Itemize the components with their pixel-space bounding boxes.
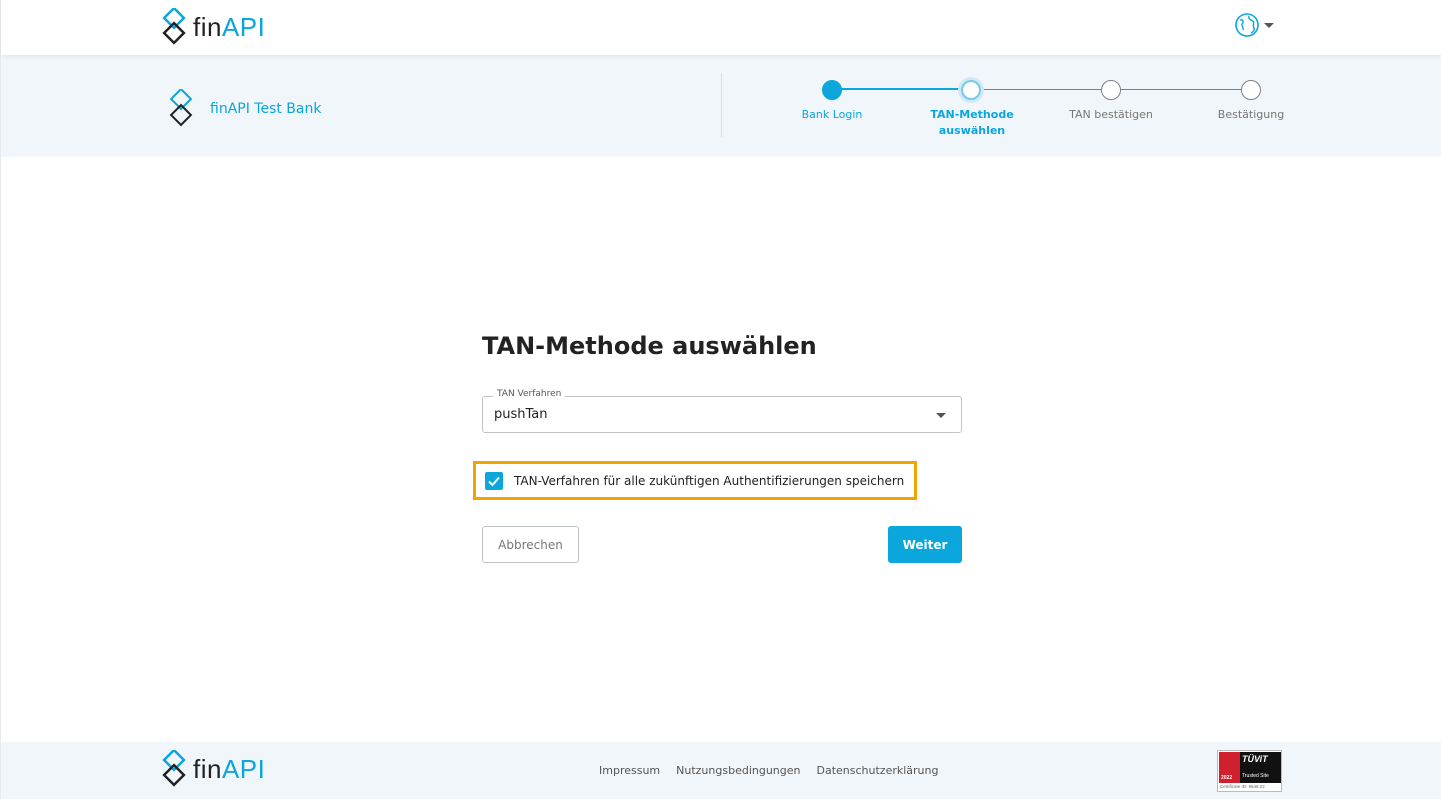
seal-year: 2022	[1221, 775, 1233, 781]
seal-certificate: Certificate ID: 9548.22	[1220, 784, 1265, 789]
footer-logo-api: API	[221, 754, 266, 784]
divider	[721, 73, 722, 137]
footer-links: Impressum Nutzungsbedingungen Datenschut…	[599, 764, 938, 777]
footer: finAPI Impressum Nutzungsbedingungen Dat…	[1, 742, 1441, 799]
finapi-logo[interactable]: finAPI	[161, 8, 265, 46]
step-connector-3	[1111, 89, 1251, 90]
step-dot-tan-confirm	[1101, 80, 1121, 100]
step-connector-2	[971, 89, 1111, 90]
step-label-confirmation: Bestätigung	[1217, 108, 1285, 121]
step-label-tan-confirm: TAN bestätigen	[1069, 108, 1153, 121]
tuvit-trusted-site-seal[interactable]: TÜViT Trusted Site 2022 Certificate ID: …	[1217, 750, 1282, 792]
top-header: finAPI	[1, 0, 1441, 55]
footer-finapi-logo[interactable]: finAPI	[161, 750, 265, 788]
step-dot-tan-method	[961, 80, 981, 100]
select-value: pushTan	[494, 407, 548, 422]
save-tan-method-checkbox[interactable]	[485, 471, 503, 490]
footer-logo-wordmark: finAPI	[193, 756, 265, 782]
select-label: TAN Verfahren	[493, 389, 566, 399]
terms-link[interactable]: Nutzungsbedingungen	[676, 764, 800, 777]
checkbox-label[interactable]: TAN-Verfahren für alle zukünftigen Authe…	[514, 474, 904, 488]
page: finAPI finAPI Test Bank Bank Login TAN-M…	[0, 0, 1441, 799]
next-button[interactable]: Weiter	[888, 526, 962, 563]
save-tan-method-highlight: TAN-Verfahren für alle zukünftigen Authe…	[473, 461, 917, 500]
privacy-link[interactable]: Datenschutzerklärung	[817, 764, 939, 777]
bank-logo-icon	[169, 89, 193, 127]
step-label-tan-method: TAN-Methode auswählen	[930, 108, 1014, 137]
logo-api: API	[221, 12, 266, 42]
checkmark-icon	[488, 476, 500, 486]
bank-name: finAPI Test Bank	[210, 101, 322, 117]
tan-method-select[interactable]: TAN Verfahren pushTan	[482, 389, 962, 433]
seal-brand: TÜViT	[1242, 754, 1268, 764]
cancel-button[interactable]: Abbrechen	[482, 526, 579, 563]
bank-bar: finAPI Test Bank Bank Login TAN-Methode …	[1, 55, 1441, 157]
step-label-bank-login: Bank Login	[801, 108, 863, 121]
logo-wordmark: finAPI	[193, 14, 265, 40]
seal-caption: Trusted Site	[1242, 773, 1269, 779]
step-dot-confirmation	[1241, 80, 1261, 100]
logo-fin: fin	[193, 12, 222, 42]
step-dot-bank-login	[822, 80, 842, 100]
progress-stepper: Bank Login TAN-Methode auswählen TAN bes…	[761, 55, 1321, 157]
page-title: TAN-Methode auswählen	[482, 332, 817, 360]
finapi-logo-icon	[162, 8, 186, 45]
language-switcher[interactable]	[1234, 12, 1274, 38]
step-connector-1	[841, 88, 971, 90]
globe-icon	[1235, 13, 1259, 37]
impressum-link[interactable]: Impressum	[599, 764, 660, 777]
finapi-logo-icon	[162, 750, 186, 787]
chevron-down-icon	[1264, 22, 1274, 28]
footer-logo-fin: fin	[193, 754, 222, 784]
chevron-down-icon	[936, 413, 946, 418]
